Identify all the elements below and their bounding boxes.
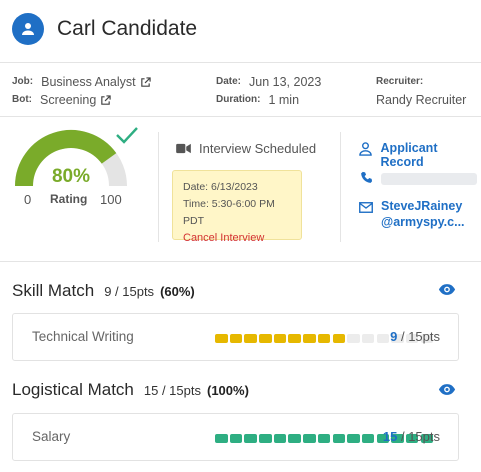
- score-segment: [347, 334, 360, 343]
- meta-job-bot: Job: Business Analyst Bot: Screening: [12, 73, 151, 109]
- score-segment: [244, 434, 257, 443]
- rating-gauge: 80% 0 Rating 100: [12, 124, 130, 214]
- divider: [0, 116, 481, 117]
- score-segment: [288, 434, 301, 443]
- skill-match-percent: (60%): [160, 284, 195, 299]
- phone-icon: [360, 171, 372, 183]
- score-segment: [229, 334, 243, 343]
- score-segment: [361, 334, 375, 343]
- email-line2[interactable]: @armyspy.c...: [381, 214, 465, 230]
- logistical-match-title: Logistical Match: [12, 380, 134, 399]
- duration-value: 1 min: [268, 93, 300, 107]
- score-segment: [361, 434, 375, 443]
- phone-number-redacted: [381, 173, 477, 185]
- skill-match-points: 9 / 15pts: [104, 284, 155, 299]
- date-value: Jun 13, 2023: [249, 75, 322, 89]
- divider: [0, 62, 481, 63]
- video-camera-icon: [176, 143, 191, 154]
- interview-date: Date: 6/13/2023: [183, 181, 258, 193]
- score-segment: [332, 434, 345, 443]
- email-line1[interactable]: SteveJRainey: [381, 198, 465, 214]
- date-label: Date:: [216, 76, 242, 87]
- duration-label: Duration:: [216, 94, 261, 105]
- logistical-item-label: Salary: [32, 429, 71, 444]
- score-segment: [244, 334, 257, 343]
- score-segment: [347, 434, 360, 443]
- skill-match-header: Skill Match 9 / 15pts (60%): [12, 281, 195, 301]
- skill-item-card: Technical Writing 9 / 15pts: [12, 313, 459, 361]
- job-value[interactable]: Business Analyst: [41, 73, 136, 91]
- interview-status: Interview Scheduled: [176, 141, 316, 156]
- logistical-item-card: Salary 15 / 15pts: [12, 413, 459, 461]
- score-segment: [215, 334, 228, 343]
- score-segment: [317, 434, 331, 443]
- candidate-header: Carl Candidate: [0, 0, 481, 58]
- person-outline-icon: [359, 142, 373, 156]
- score-segment: [303, 334, 316, 343]
- meta-date-duration: Date: Jun 13, 2023 Duration: 1 min: [216, 73, 321, 109]
- score-segment: [273, 434, 287, 443]
- logistical-match-points: 15 / 15pts: [143, 383, 201, 398]
- avatar: [12, 13, 44, 45]
- score-segment: [215, 434, 228, 443]
- skill-item-score: 9 / 15pts: [390, 329, 440, 344]
- score-segment: [259, 334, 272, 343]
- score-segment: [332, 334, 345, 343]
- candidate-name: Carl Candidate: [57, 17, 198, 40]
- vertical-divider: [340, 132, 341, 242]
- interview-time: Time: 5:30-6:00 PM PDT: [183, 198, 275, 227]
- vertical-divider: [158, 132, 159, 242]
- recruiter-value: Randy Recruiter: [376, 93, 467, 107]
- rating-min: 0: [24, 192, 32, 207]
- divider: [0, 261, 481, 262]
- score-segment: [273, 334, 287, 343]
- applicant-record-link[interactable]: Applicant Record: [358, 141, 481, 169]
- skill-item-label: Technical Writing: [32, 329, 134, 344]
- person-icon: [22, 23, 34, 35]
- skill-match-title: Skill Match: [12, 281, 95, 300]
- mail-icon: [359, 202, 373, 213]
- score-segment: [317, 334, 331, 343]
- bot-value[interactable]: Screening: [40, 91, 96, 109]
- score-segment: [303, 434, 316, 443]
- applicant-record-label[interactable]: Applicant Record: [381, 141, 481, 169]
- recruiter-label: Recruiter:: [376, 76, 424, 87]
- job-label: Job:: [12, 76, 34, 87]
- eye-icon[interactable]: [438, 383, 456, 396]
- interview-details-card: Date: 6/13/2023 Time: 5:30-6:00 PM PDT C…: [172, 170, 302, 244]
- email-link[interactable]: SteveJRainey @armyspy.c...: [358, 198, 465, 230]
- eye-icon[interactable]: [438, 283, 456, 296]
- logistical-match-percent: (100%): [207, 383, 249, 398]
- score-segment: [259, 434, 272, 443]
- checkmark-icon: [116, 127, 138, 144]
- interview-status-text: Interview Scheduled: [199, 141, 317, 156]
- external-link-icon[interactable]: [140, 76, 151, 88]
- meta-recruiter: Recruiter: Randy Recruiter: [376, 73, 466, 109]
- score-segment: [288, 334, 301, 343]
- cancel-interview-button[interactable]: Cancel Interview: [183, 230, 291, 247]
- rating-label: Rating: [50, 192, 88, 206]
- logistical-match-header: Logistical Match 15 / 15pts (100%): [12, 380, 249, 400]
- external-link-icon[interactable]: [100, 94, 111, 106]
- score-segment: [229, 434, 243, 443]
- score-segment: [376, 334, 390, 343]
- rating-max: 100: [100, 192, 122, 207]
- phone-row: [358, 170, 477, 185]
- bot-label: Bot:: [12, 94, 32, 105]
- logistical-item-score: 15 / 15pts: [382, 429, 440, 444]
- rating-percent: 80%: [51, 166, 91, 187]
